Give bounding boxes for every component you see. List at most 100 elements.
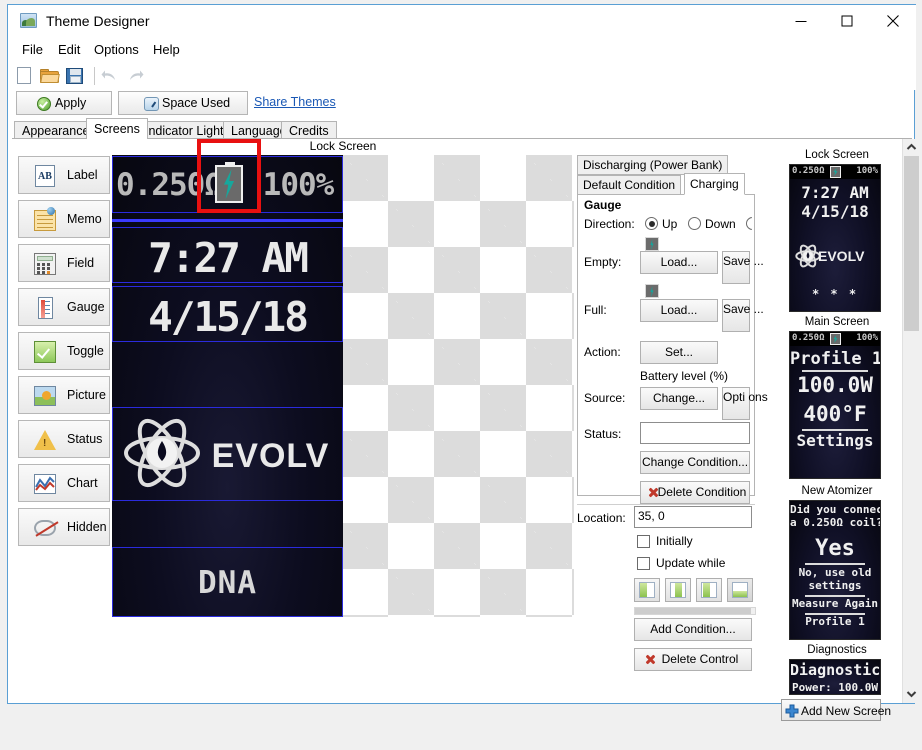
window-title: Theme Designer: [46, 13, 150, 29]
preview-lock-resistance: 0.250Ω: [792, 166, 825, 176]
panel-separator: [577, 504, 755, 505]
add-new-screen-button[interactable]: Add New Screen: [781, 699, 881, 721]
tab-credits[interactable]: Credits: [281, 121, 337, 139]
full-save-button[interactable]: Save ...: [722, 299, 750, 332]
undo-button[interactable]: [99, 65, 121, 87]
menu-edit[interactable]: Edit: [54, 41, 84, 58]
menu-help[interactable]: Help: [149, 41, 184, 58]
main-window: Theme Designer File Edit Options Help: [7, 4, 915, 704]
preview-main-percent: 100%: [856, 333, 878, 343]
share-themes-link[interactable]: Share Themes: [254, 95, 336, 109]
tool-field-text: Field: [67, 256, 94, 270]
open-button[interactable]: [39, 65, 61, 87]
status-icon: [33, 428, 58, 452]
tool-picture[interactable]: Picture: [18, 376, 110, 414]
scrollbar-thumb[interactable]: [904, 156, 919, 331]
preview-main-profile: Profile 1: [790, 349, 880, 369]
check-circle-icon: [37, 97, 51, 111]
preview-atomizer-measure: Measure Again: [790, 597, 880, 610]
empty-save-button[interactable]: Save ...: [722, 251, 750, 284]
align-left-button[interactable]: [634, 578, 660, 602]
direction-radio-third[interactable]: [746, 217, 759, 230]
condition-tab-default[interactable]: Default Condition: [577, 175, 681, 195]
preview-diagnostics-title: Diagnostics: [790, 661, 880, 679]
new-button[interactable]: [14, 65, 36, 87]
plus-icon: [785, 704, 799, 718]
tool-toggle[interactable]: Toggle: [18, 332, 110, 370]
change-condition-button[interactable]: Change Condition...: [640, 451, 750, 474]
tab-screens[interactable]: Screens: [86, 118, 148, 139]
preview-main-screen[interactable]: 0.250Ω 100% Profile 1 100.0W 400°F Setti…: [789, 331, 881, 479]
align-right-icon: [701, 582, 717, 598]
condition-tab-charging[interactable]: Charging: [684, 173, 745, 195]
selection-highlight: [197, 139, 261, 213]
menu-file[interactable]: File: [18, 41, 47, 58]
source-options-button[interactable]: Opti ons: [722, 387, 750, 420]
add-condition-button[interactable]: Add Condition...: [634, 618, 752, 641]
menu-options[interactable]: Options: [90, 41, 143, 58]
redo-button[interactable]: [124, 65, 146, 87]
preview-main-rule-1: [802, 370, 868, 372]
tool-chart[interactable]: Chart: [18, 464, 110, 502]
tool-label-text: Label: [67, 168, 98, 182]
control-toolbox: AB Label Memo Field Gauge Toggle: [18, 156, 110, 536]
initially-checkbox[interactable]: [637, 535, 650, 548]
location-label: Location:: [577, 511, 626, 525]
preview-title-diagnostics: Diagnostics: [788, 644, 886, 656]
tool-label[interactable]: AB Label: [18, 156, 110, 194]
tab-indicator-light[interactable]: Indicator Light: [137, 121, 232, 139]
preview-new-atomizer[interactable]: Did you connect a 0.250Ω coil? Yes No, u…: [789, 500, 881, 640]
undo-icon: [101, 69, 119, 83]
canvas-resistance-text: 0.250Ω: [116, 167, 202, 203]
action-set-button[interactable]: Set...: [640, 341, 718, 364]
preview-diagnostics[interactable]: Diagnostics Power: 100.0W: [789, 659, 881, 695]
condition-tab-discharging[interactable]: Discharging (Power Bank): [577, 155, 728, 175]
tool-status[interactable]: Status: [18, 420, 110, 458]
save-button[interactable]: [64, 65, 86, 87]
tool-hidden[interactable]: Hidden: [18, 508, 110, 546]
tool-memo[interactable]: Memo: [18, 200, 110, 238]
preview-main-settings: Settings: [790, 431, 880, 450]
preview-atomizer-profile: Profile 1: [790, 615, 880, 628]
full-load-button[interactable]: Load...: [640, 299, 718, 322]
screen-previews: Lock Screen 0.250Ω 100% 7:27 AM 4/15/18: [788, 144, 888, 696]
source-value: Battery level (%): [640, 369, 728, 383]
direction-radio-up[interactable]: [645, 217, 658, 230]
scroll-down-icon[interactable]: [903, 686, 920, 703]
preview-atomizer-q1: Did you connect: [790, 503, 880, 516]
title-bar: Theme Designer: [8, 4, 916, 36]
source-change-button[interactable]: Change...: [640, 387, 718, 410]
preview-atomizer-settings: settings: [790, 579, 880, 592]
align-right-button[interactable]: [696, 578, 722, 602]
right-vertical-scrollbar[interactable]: [902, 139, 919, 703]
direction-radio-down[interactable]: [688, 217, 701, 230]
apply-button[interactable]: Apply: [16, 91, 112, 115]
preview-atomizer-q2: a 0.250Ω coil?: [790, 516, 880, 529]
location-input[interactable]: 35, 0: [634, 506, 752, 528]
align-bottom-button[interactable]: [727, 578, 753, 602]
canvas-evolv-text: EVOLV: [198, 437, 343, 476]
align-center-button[interactable]: [665, 578, 691, 602]
scroll-up-icon[interactable]: [903, 139, 920, 156]
source-label: Source:: [584, 391, 625, 405]
tool-gauge[interactable]: Gauge: [18, 288, 110, 326]
tab-appearance[interactable]: Appearance: [14, 121, 97, 139]
main-tabs: Appearance Screens Indicator Light Langu…: [8, 118, 916, 139]
tool-field[interactable]: Field: [18, 244, 110, 282]
initially-label: Initially: [656, 534, 693, 548]
maximize-button[interactable]: [824, 5, 870, 36]
status-input[interactable]: [640, 422, 750, 444]
preview-lock-screen[interactable]: 0.250Ω 100% 7:27 AM 4/15/18: [789, 164, 881, 312]
update-while-checkbox[interactable]: [637, 557, 650, 570]
design-canvas[interactable]: 0.250Ω 100% 7:27 AM 4/15/18: [112, 155, 574, 617]
screen-divider: [112, 219, 343, 222]
space-used-button[interactable]: Space Used: [118, 91, 248, 115]
canvas-dna-text: DNA: [112, 565, 343, 601]
preview-title-main: Main Screen: [788, 316, 886, 328]
minimize-button[interactable]: [778, 5, 824, 36]
close-button[interactable]: [870, 5, 916, 36]
gauge-icon: [33, 296, 58, 320]
empty-load-button[interactable]: Load...: [640, 251, 718, 274]
panel-horizontal-scrollbar[interactable]: [634, 607, 756, 615]
memo-icon: [33, 208, 58, 232]
